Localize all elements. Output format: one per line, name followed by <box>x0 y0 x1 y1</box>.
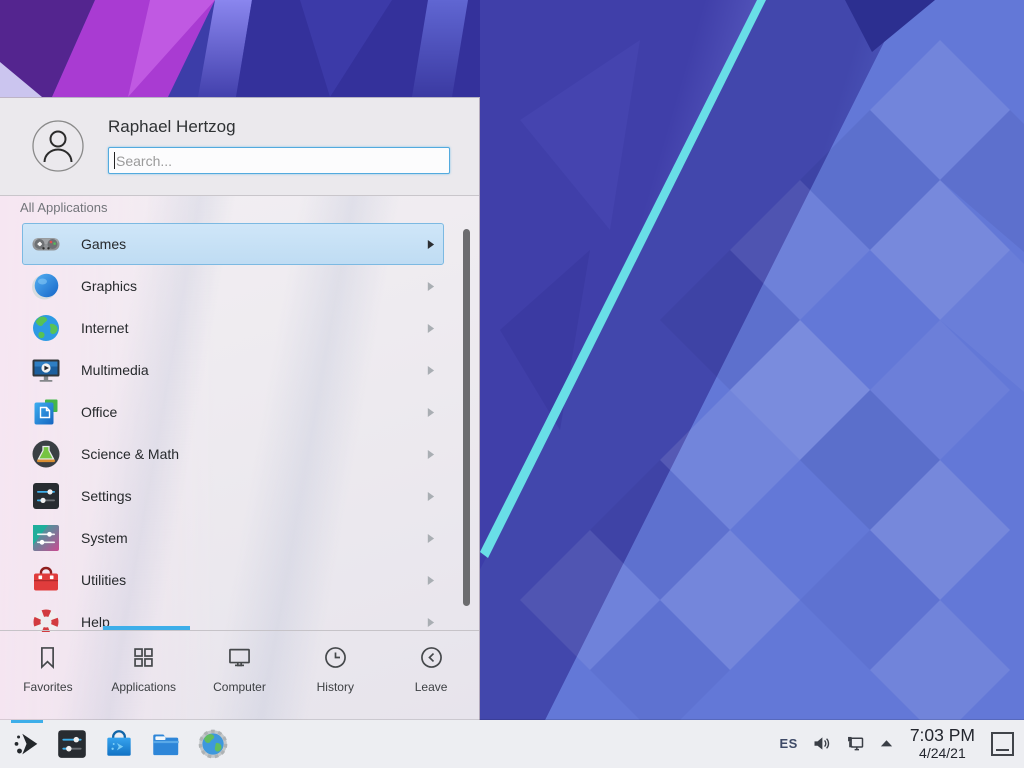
category-list: Games Graphics Internet Multimedia Offic… <box>22 223 444 632</box>
tab-favorites[interactable]: Favorites <box>0 631 96 720</box>
taskbar-app-button[interactable] <box>149 727 183 761</box>
category-item[interactable]: Utilities <box>22 559 444 601</box>
tab-applications[interactable]: Applications <box>96 631 192 720</box>
internet-icon <box>30 312 62 344</box>
search-input[interactable] <box>108 147 450 174</box>
category-label: Graphics <box>81 278 137 294</box>
category-item[interactable]: Office <box>22 391 444 433</box>
submenu-arrow-icon <box>426 281 435 292</box>
category-label: System <box>81 530 128 546</box>
category-label: Internet <box>81 320 128 336</box>
active-tab-indicator <box>103 626 190 630</box>
favorites-bookmark-icon <box>34 644 61 671</box>
show-desktop-button[interactable] <box>991 732 1014 756</box>
taskbar-app-button[interactable] <box>102 727 136 761</box>
kde-launcher-icon <box>12 729 42 759</box>
submenu-arrow-icon <box>426 323 435 334</box>
category-item[interactable]: Settings <box>22 475 444 517</box>
category-label: Science & Math <box>81 446 179 462</box>
category-label: Office <box>81 404 117 420</box>
dolphin-folder-icon <box>149 727 183 761</box>
expand-tray-icon[interactable] <box>879 736 894 751</box>
clock[interactable]: 7:03 PM 4/24/21 <box>910 726 975 761</box>
taskbar-app-button[interactable] <box>55 727 89 761</box>
submenu-arrow-icon <box>426 449 435 460</box>
discover-icon <box>102 727 136 761</box>
application-launcher-menu: Raphael Hertzog All Applications Games G… <box>0 97 480 720</box>
submenu-arrow-icon <box>426 533 435 544</box>
system-settings-icon <box>55 727 89 761</box>
tab-computer[interactable]: Computer <box>192 631 288 720</box>
submenu-arrow-icon <box>426 491 435 502</box>
browser-globe-icon <box>196 727 230 761</box>
user-avatar[interactable] <box>32 120 84 172</box>
help-icon <box>30 606 62 632</box>
section-label: All Applications <box>20 200 107 215</box>
app-launcher-button[interactable] <box>8 720 46 768</box>
utilities-icon <box>30 564 62 596</box>
settings-icon <box>30 480 62 512</box>
applications-grid-icon <box>130 644 157 671</box>
category-label: Utilities <box>81 572 126 588</box>
text-cursor <box>114 152 115 169</box>
launcher-footer-tabs: Favorites Applications Computer History … <box>0 630 479 720</box>
category-item[interactable]: System <box>22 517 444 559</box>
games-icon <box>30 228 62 260</box>
category-item[interactable]: Science & Math <box>22 433 444 475</box>
multimedia-icon <box>30 354 62 386</box>
category-item[interactable]: Graphics <box>22 265 444 307</box>
category-label: Games <box>81 236 126 252</box>
category-item[interactable]: Multimedia <box>22 349 444 391</box>
office-icon <box>30 396 62 428</box>
science-icon <box>30 438 62 470</box>
taskbar: ES 7:03 PM 4/24/21 <box>0 720 1024 768</box>
system-icon <box>30 522 62 554</box>
tab-history[interactable]: History <box>287 631 383 720</box>
network-icon[interactable] <box>845 733 866 754</box>
volume-icon[interactable] <box>811 733 832 754</box>
category-item[interactable]: Internet <box>22 307 444 349</box>
category-label: Multimedia <box>81 362 149 378</box>
submenu-arrow-icon <box>426 239 435 250</box>
taskbar-pinned-apps <box>55 727 230 761</box>
system-tray: ES 7:03 PM 4/24/21 <box>779 726 1016 761</box>
category-label: Settings <box>81 488 132 504</box>
submenu-arrow-icon <box>426 407 435 418</box>
computer-monitor-icon <box>226 644 253 671</box>
leave-icon <box>418 644 445 671</box>
scrollbar[interactable] <box>463 229 470 606</box>
submenu-arrow-icon <box>426 575 435 586</box>
launcher-header: Raphael Hertzog <box>0 98 479 196</box>
category-item[interactable]: Games <box>22 223 444 265</box>
clock-date: 4/24/21 <box>910 746 975 762</box>
history-clock-icon <box>322 644 349 671</box>
clock-time: 7:03 PM <box>910 726 975 746</box>
keyboard-layout-indicator[interactable]: ES <box>779 736 797 751</box>
tab-leave[interactable]: Leave <box>383 631 479 720</box>
taskbar-app-button[interactable] <box>196 727 230 761</box>
graphics-icon <box>30 270 62 302</box>
submenu-arrow-icon <box>426 617 435 628</box>
submenu-arrow-icon <box>426 365 435 376</box>
category-item[interactable]: Help <box>22 601 444 632</box>
user-name: Raphael Hertzog <box>108 117 236 137</box>
